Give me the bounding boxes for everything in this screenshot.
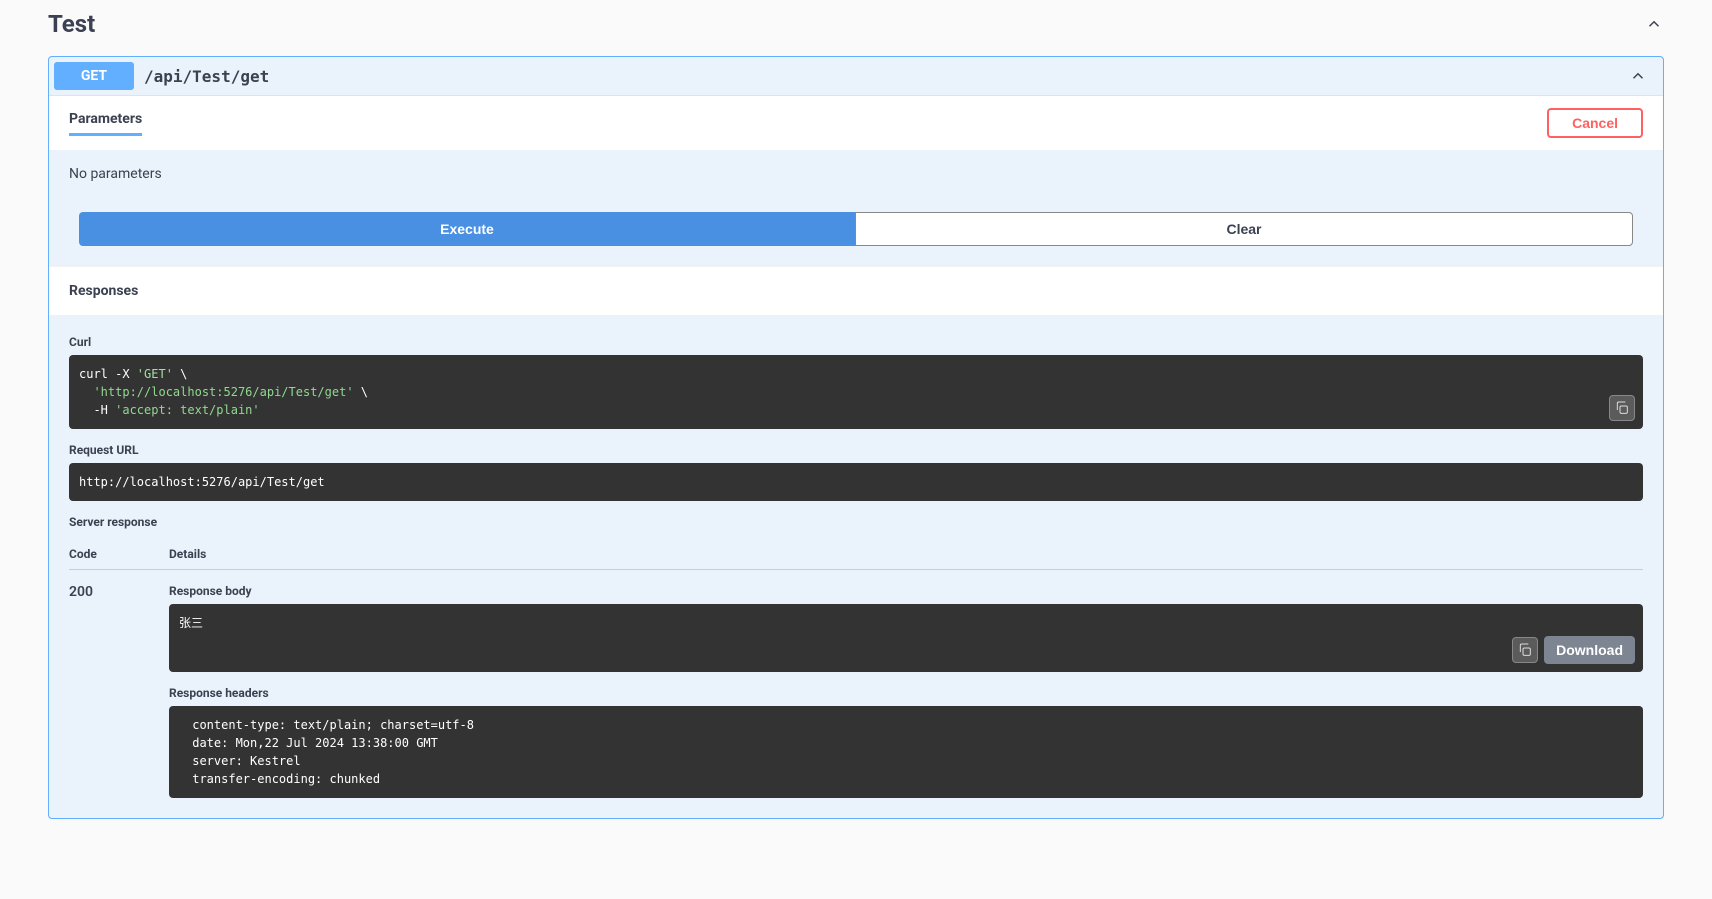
- operation-block: GET /api/Test/get Parameters Cancel No p…: [48, 56, 1664, 819]
- code-column-header: Code: [69, 547, 129, 561]
- cancel-button[interactable]: Cancel: [1547, 108, 1643, 138]
- parameters-header-bar: Parameters Cancel: [49, 95, 1663, 150]
- download-button[interactable]: Download: [1544, 636, 1635, 664]
- operation-path: /api/Test/get: [144, 67, 1628, 86]
- curl-method: 'GET': [137, 367, 173, 381]
- clear-button[interactable]: Clear: [855, 212, 1633, 246]
- responses-header-bar: Responses: [49, 266, 1663, 315]
- operation-summary[interactable]: GET /api/Test/get: [49, 57, 1663, 95]
- response-headers-block: content-type: text/plain; charset=utf-8 …: [169, 706, 1643, 798]
- request-url-label: Request URL: [69, 443, 1643, 457]
- execute-button[interactable]: Execute: [79, 212, 855, 246]
- http-method-badge: GET: [54, 62, 134, 90]
- curl-header: 'accept: text/plain': [115, 403, 260, 417]
- curl-label: Curl: [69, 335, 1643, 349]
- section-title: Test: [48, 10, 95, 38]
- details-column-header: Details: [169, 547, 1643, 561]
- request-url-block: http://localhost:5276/api/Test/get: [69, 463, 1643, 501]
- server-response-label: Server response: [69, 515, 1643, 529]
- section-header[interactable]: Test: [48, 0, 1664, 48]
- parameters-body: No parameters Execute Clear: [49, 150, 1663, 266]
- response-body-label: Response body: [169, 584, 1643, 598]
- response-headers-label: Response headers: [169, 686, 1643, 700]
- responses-title: Responses: [69, 283, 138, 299]
- curl-url: 'http://localhost:5276/api/Test/get': [93, 385, 353, 399]
- status-code: 200: [69, 584, 129, 798]
- response-body-text: 张三: [179, 616, 203, 630]
- response-row: 200 Response body 张三 Download Response he…: [69, 570, 1643, 798]
- chevron-up-icon: [1628, 66, 1648, 86]
- copy-curl-button[interactable]: [1609, 395, 1635, 421]
- curl-prefix: curl -X: [79, 367, 137, 381]
- chevron-up-icon: [1644, 14, 1664, 34]
- copy-body-button[interactable]: [1512, 637, 1538, 663]
- response-body-block: 张三 Download: [169, 604, 1643, 672]
- parameters-tab[interactable]: Parameters: [69, 111, 142, 136]
- curl-code-block: curl -X 'GET' \ 'http://localhost:5276/a…: [69, 355, 1643, 429]
- responses-body: Curl curl -X 'GET' \ 'http://localhost:5…: [49, 315, 1663, 818]
- no-parameters-text: No parameters: [69, 166, 1643, 182]
- response-table-header: Code Details: [69, 539, 1643, 570]
